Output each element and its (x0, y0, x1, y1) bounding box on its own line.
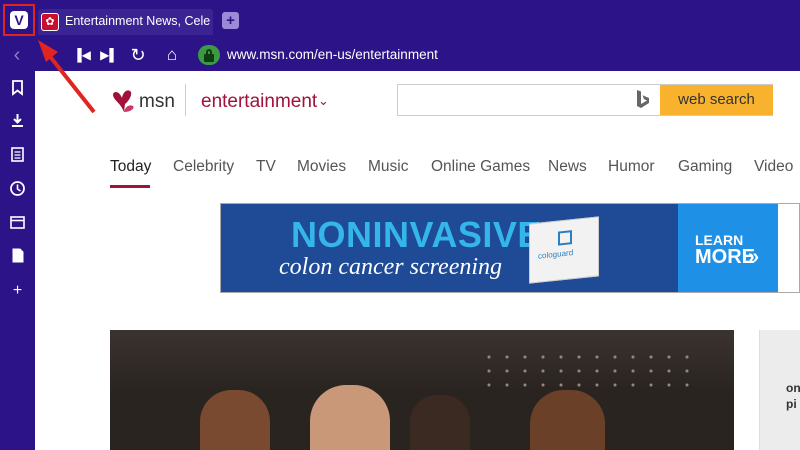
ad-headline: NONINVASIVE (291, 214, 542, 255)
learn-more-button[interactable]: LEARN MORE » (678, 204, 778, 292)
vivaldi-logo-icon: V (10, 11, 28, 29)
msn-butterfly-icon[interactable] (110, 88, 140, 114)
downloads-icon[interactable] (9, 112, 26, 129)
msn-brand-text[interactable]: msn (139, 91, 175, 113)
msn-favicon-icon: ✿ (41, 13, 59, 31)
window-panel-icon[interactable] (9, 214, 26, 231)
add-panel-icon[interactable]: + (9, 282, 26, 299)
address-bar: ‹ › ▐◀ ▶▌ ↻ ⌂ www.msn.com/en-us/entertai… (0, 38, 800, 71)
history-icon[interactable] (9, 180, 26, 197)
reload-button[interactable]: ↻ (126, 43, 150, 67)
ad-side-strip (778, 204, 799, 292)
web-page: msn entertainment ⌄ web search Today Cel… (35, 71, 800, 450)
nav-online-games[interactable]: Online Games (431, 158, 530, 176)
product-box-icon (558, 230, 572, 246)
photo-person-2 (310, 385, 390, 450)
tab-title: Entertainment News, Celeb (65, 14, 210, 28)
back-button[interactable]: ‹ (5, 43, 29, 67)
product-label: cologuard (538, 248, 574, 261)
ad-subline: colon cancer screening (279, 254, 503, 280)
tab-bar: V ✿ Entertainment News, Celeb + (0, 0, 800, 38)
advertisement-banner[interactable]: NONINVASIVE colon cancer screening colog… (220, 203, 800, 293)
double-chevron-icon: » (748, 246, 760, 268)
product-box-image: cologuard (529, 216, 599, 284)
active-tab-underline (110, 185, 150, 188)
fast-forward-button[interactable]: ▶▌ (97, 43, 121, 67)
nav-celebrity[interactable]: Celebrity (173, 158, 234, 176)
side-story-card[interactable]: on pi (759, 330, 800, 450)
learn-more-line2: MORE (695, 246, 755, 268)
nav-humor[interactable]: Humor (608, 158, 655, 176)
notes-icon[interactable] (9, 146, 26, 163)
secure-lock-icon[interactable] (198, 45, 220, 65)
browser-tab[interactable]: ✿ Entertainment News, Celeb (38, 9, 213, 35)
nav-video[interactable]: Video (754, 158, 793, 176)
photo-person-1 (200, 390, 270, 450)
section-dropdown[interactable]: entertainment (201, 91, 317, 113)
header-divider (185, 84, 186, 116)
rewind-button[interactable]: ▐◀ (70, 43, 94, 67)
search-input[interactable] (402, 88, 627, 112)
bookmarks-icon[interactable] (9, 79, 26, 96)
bing-icon (634, 89, 654, 111)
nav-tv[interactable]: TV (256, 158, 276, 176)
nav-news[interactable]: News (548, 158, 587, 176)
search-box: web search (397, 84, 773, 116)
chevron-down-icon[interactable]: ⌄ (318, 93, 329, 109)
nav-movies[interactable]: Movies (297, 158, 346, 176)
photo-person-3 (410, 395, 470, 450)
web-panel-icon[interactable] (9, 247, 26, 264)
web-search-button[interactable]: web search (660, 85, 773, 115)
url-field[interactable]: www.msn.com/en-us/entertainment (227, 47, 438, 62)
side-panel: + (0, 71, 35, 450)
nav-music[interactable]: Music (368, 158, 408, 176)
side-card-text: on pi (786, 381, 800, 411)
new-tab-button[interactable]: + (222, 12, 239, 29)
forward-button[interactable]: › (35, 43, 59, 67)
vivaldi-menu-button[interactable]: V (3, 4, 35, 36)
hero-photo[interactable] (110, 330, 734, 450)
nav-today[interactable]: Today (110, 158, 151, 176)
photo-person-4 (530, 390, 605, 450)
nav-gaming[interactable]: Gaming (678, 158, 732, 176)
home-button[interactable]: ⌂ (160, 43, 184, 67)
photo-light-dots (480, 350, 700, 390)
